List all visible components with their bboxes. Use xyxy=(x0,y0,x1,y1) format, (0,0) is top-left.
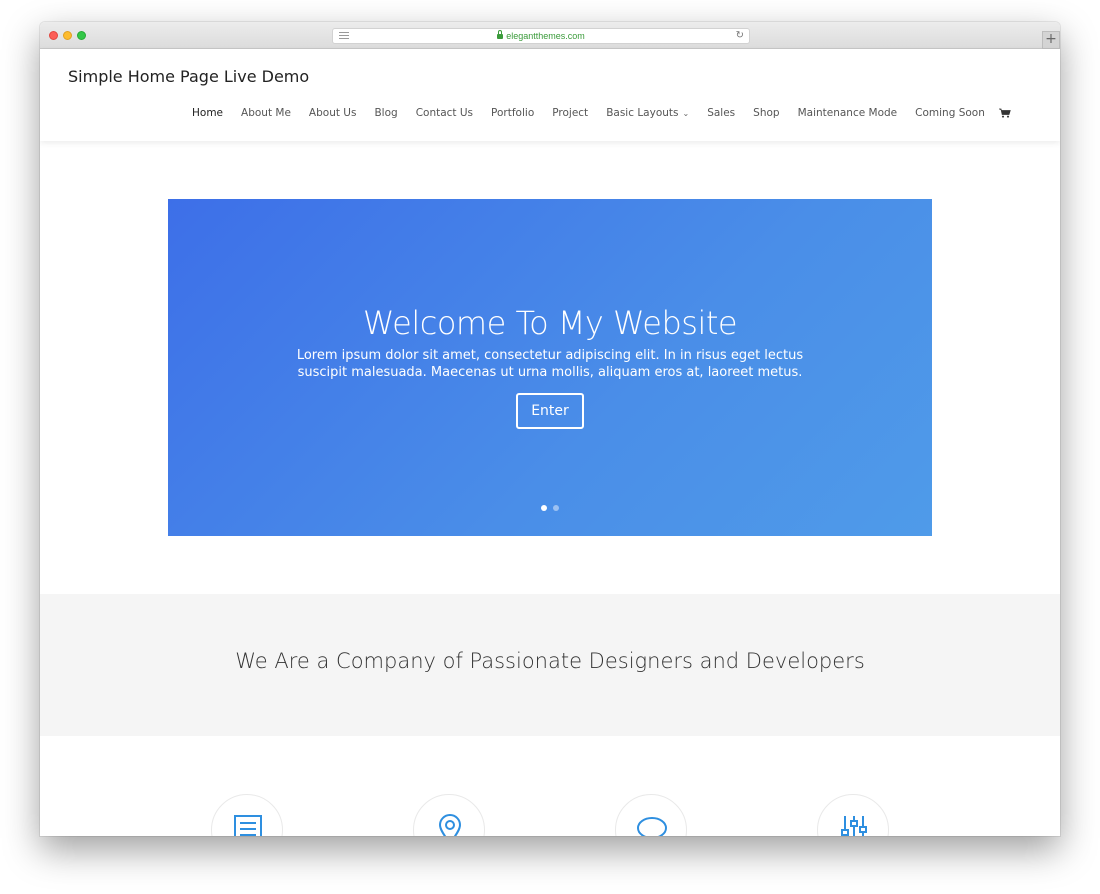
nav-item-basic-layouts-label: Basic Layouts xyxy=(606,107,679,119)
enter-button[interactable]: Enter xyxy=(516,393,584,429)
cart-icon[interactable] xyxy=(998,108,1011,118)
nav-item-maintenance-mode[interactable]: Maintenance Mode xyxy=(798,107,898,119)
url-display[interactable]: elegantthemes.com xyxy=(333,30,749,41)
main-nav: Home About Me About Us Blog Contact Us P… xyxy=(192,107,1011,119)
chat-bubble-icon xyxy=(637,817,667,836)
feature-location xyxy=(413,794,485,836)
document-icon xyxy=(234,815,262,836)
browser-window: elegantthemes.com ↻ + Simple Home Page L… xyxy=(40,22,1060,836)
slider-dot-2[interactable] xyxy=(553,505,559,511)
nav-item-project[interactable]: Project xyxy=(552,107,588,119)
chevron-down-icon: ⌄ xyxy=(682,108,690,118)
site-header: Simple Home Page Live Demo Home About Me… xyxy=(40,49,1060,141)
nav-item-contact-us[interactable]: Contact Us xyxy=(416,107,473,119)
site-title[interactable]: Simple Home Page Live Demo xyxy=(68,67,309,86)
hero-slider: Welcome To My Website Lorem ipsum dolor … xyxy=(168,199,932,536)
nav-item-home[interactable]: Home xyxy=(192,107,223,119)
feature-settings xyxy=(817,794,889,836)
nav-item-coming-soon[interactable]: Coming Soon xyxy=(915,107,985,119)
nav-item-shop[interactable]: Shop xyxy=(753,107,779,119)
zoom-window-button[interactable] xyxy=(77,31,86,40)
map-pin-icon xyxy=(438,814,462,836)
feature-chat xyxy=(615,794,687,836)
company-heading: We Are a Company of Passionate Designers… xyxy=(235,649,865,673)
slider-pagination xyxy=(168,505,932,511)
company-band: We Are a Company of Passionate Designers… xyxy=(40,594,1060,736)
address-bar[interactable]: elegantthemes.com ↻ xyxy=(332,28,750,44)
reload-icon[interactable]: ↻ xyxy=(736,31,744,41)
new-tab-button[interactable]: + xyxy=(1042,31,1060,49)
nav-item-about-me[interactable]: About Me xyxy=(241,107,291,119)
sliders-icon xyxy=(841,816,867,836)
hero-title: Welcome To My Website xyxy=(362,304,738,342)
browser-titlebar: elegantthemes.com ↻ + xyxy=(40,22,1060,49)
nav-item-basic-layouts[interactable]: Basic Layouts ⌄ xyxy=(606,107,689,119)
minimize-window-button[interactable] xyxy=(63,31,72,40)
slider-dot-1[interactable] xyxy=(541,505,547,511)
nav-item-sales[interactable]: Sales xyxy=(707,107,735,119)
nav-item-portfolio[interactable]: Portfolio xyxy=(491,107,534,119)
nav-item-about-us[interactable]: About Us xyxy=(309,107,357,119)
feature-document xyxy=(211,794,283,836)
nav-item-blog[interactable]: Blog xyxy=(374,107,397,119)
hero-text: Lorem ipsum dolor sit amet, consectetur … xyxy=(296,348,804,380)
close-window-button[interactable] xyxy=(49,31,58,40)
url-text: elegantthemes.com xyxy=(506,31,585,41)
lock-icon xyxy=(497,30,504,39)
